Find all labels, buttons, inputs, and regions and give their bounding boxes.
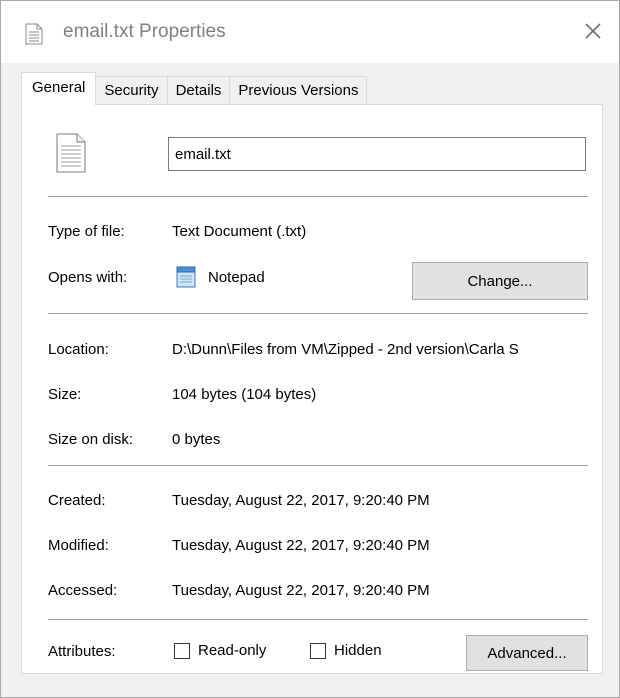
separator [48,465,588,466]
opens-with-label: Opens with: [48,269,128,286]
size-value: 104 bytes (104 bytes) [172,386,317,403]
type-of-file-value: Text Document (.txt) [172,223,307,240]
window-title: email.txt Properties [63,21,226,42]
accessed-label: Accessed: [48,582,118,599]
hidden-checkbox[interactable]: Hidden [310,642,382,659]
location-value: D:\Dunn\Files from VM\Zipped - 2nd versi… [172,341,519,358]
created-label: Created: [48,492,106,509]
checkbox-box[interactable] [310,642,326,659]
properties-window: email.txt Properties General Security De… [0,0,620,698]
title-bar[interactable]: email.txt Properties [1,1,619,63]
created-value: Tuesday, August 22, 2017, 9:20:40 PM [172,492,430,509]
modified-label: Modified: [48,537,109,554]
tab-previous-versions[interactable]: Previous Versions [229,76,368,105]
notepad-icon [174,265,198,294]
attributes-label: Attributes: [48,643,116,660]
tab-general[interactable]: General [21,72,97,105]
tab-security[interactable]: Security [95,76,168,105]
tab-strip: General Security Details Previous Versio… [21,72,368,105]
separator [48,313,588,314]
checkbox-box[interactable] [174,642,190,659]
advanced-button[interactable]: Advanced... [466,635,588,671]
size-on-disk-value: 0 bytes [172,431,221,448]
size-label: Size: [48,386,82,403]
dialog-body: General Security Details Previous Versio… [1,63,619,697]
separator [48,619,588,620]
accessed-value: Tuesday, August 22, 2017, 9:20:40 PM [172,582,430,599]
separator [48,196,588,197]
read-only-checkbox[interactable]: Read-only [174,642,266,659]
file-name-input[interactable] [168,137,586,171]
text-file-icon [56,133,86,178]
type-of-file-label: Type of file: [48,223,125,240]
close-icon[interactable] [579,17,607,45]
change-button[interactable]: Change... [412,262,588,300]
text-file-icon [25,23,43,50]
location-label: Location: [48,341,109,358]
tab-details[interactable]: Details [166,76,231,105]
hidden-label: Hidden [334,642,382,659]
opens-with-value: Notepad [208,269,265,286]
modified-value: Tuesday, August 22, 2017, 9:20:40 PM [172,537,430,554]
size-on-disk-label: Size on disk: [48,431,134,448]
read-only-label: Read-only [198,642,267,659]
general-panel: Type of file: Text Document (.txt) Opens… [21,104,603,674]
